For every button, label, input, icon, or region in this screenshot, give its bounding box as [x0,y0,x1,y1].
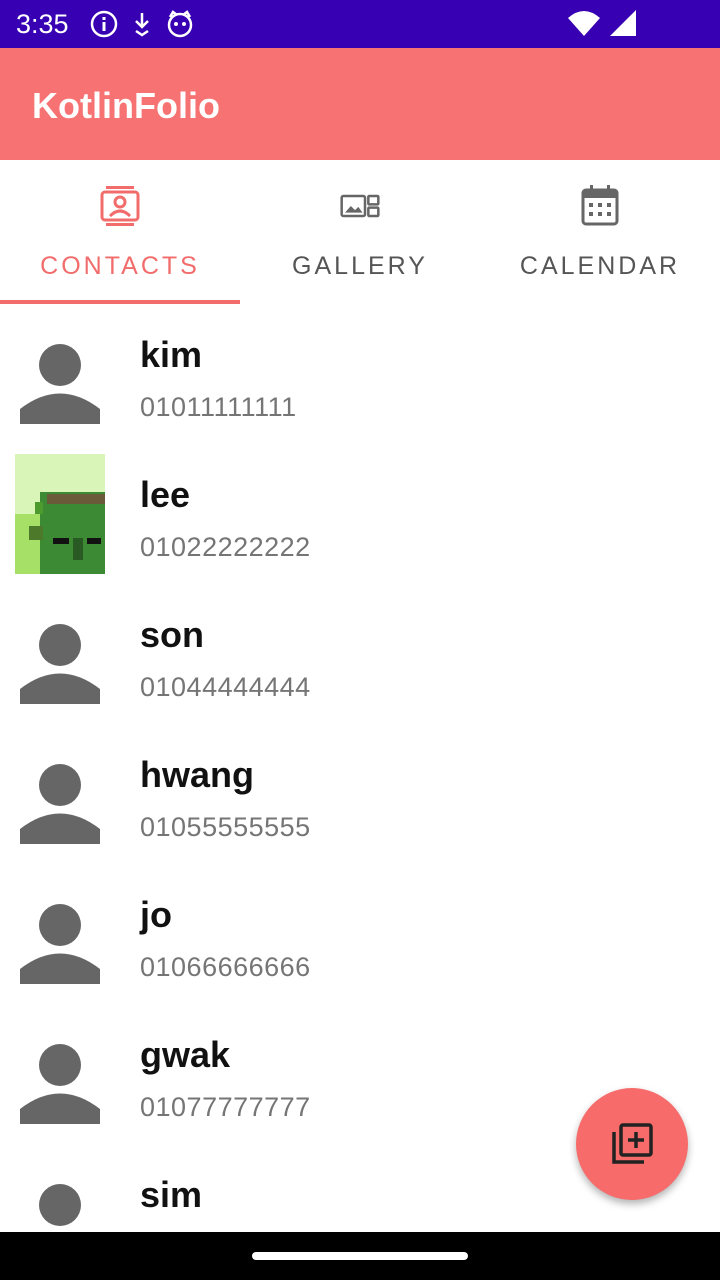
tab-calendar[interactable]: CALENDAR [480,160,720,304]
contact-phone: 01066666666 [140,952,311,982]
status-bar: 3:35 [0,0,720,48]
contact-row-son[interactable]: son 01044444444 [0,584,720,724]
contact-name: jo [140,894,172,935]
contact-row-jo[interactable]: jo 01066666666 [0,864,720,1004]
person-icon [20,904,100,984]
status-icons-right [568,10,636,36]
contact-phone: 01044444444 [140,672,311,702]
person-icon [20,344,100,424]
add-contact-fab[interactable] [576,1088,688,1200]
person-icon [39,1184,81,1226]
contacts-icon [100,186,140,226]
gallery-icon [340,194,380,218]
tab-contacts[interactable]: CONTACTS [0,160,240,304]
download-icon [135,13,149,37]
status-icons-left [90,10,194,38]
contact-name: kim [140,334,203,375]
home-gesture-handle[interactable] [252,1252,468,1260]
tab-label: CONTACTS [40,252,200,280]
contact-name: son [140,614,205,655]
app-bar: KotlinFolio [0,48,720,160]
contact-name: lee [140,474,191,515]
contact-row-hwang[interactable]: hwang 01055555555 [0,724,720,864]
add-to-library-icon [612,1123,653,1164]
person-icon [20,1044,100,1124]
wifi-icon [568,11,600,36]
info-icon [90,10,118,38]
contact-row-kim[interactable]: kim 01011111111 [0,304,720,444]
contact-name: hwang [140,754,254,795]
tab-bar: CONTACTS GALLERY CALENDAR [0,160,720,304]
cat-icon [167,10,193,38]
pixel-photo [15,454,105,574]
contact-row-lee[interactable]: lee 01022222222 [0,444,720,584]
contact-name: sim [140,1174,203,1215]
contact-phone: 01011111111 [140,392,297,422]
contact-phone: 01055555555 [140,812,311,842]
contact-phone: 01022222222 [140,532,311,562]
navigation-bar [0,1232,720,1280]
status-time: 3:35 [16,9,69,39]
signal-icon [610,10,636,36]
contact-name: gwak [140,1034,231,1075]
tab-label: GALLERY [292,252,428,280]
tab-label: CALENDAR [519,252,681,280]
person-icon [20,764,100,844]
app-title: KotlinFolio [32,85,220,126]
person-icon [20,624,100,704]
contact-phone: 01077777777 [140,1092,311,1122]
tab-gallery[interactable]: GALLERY [240,160,480,304]
calendar-icon [581,185,619,226]
